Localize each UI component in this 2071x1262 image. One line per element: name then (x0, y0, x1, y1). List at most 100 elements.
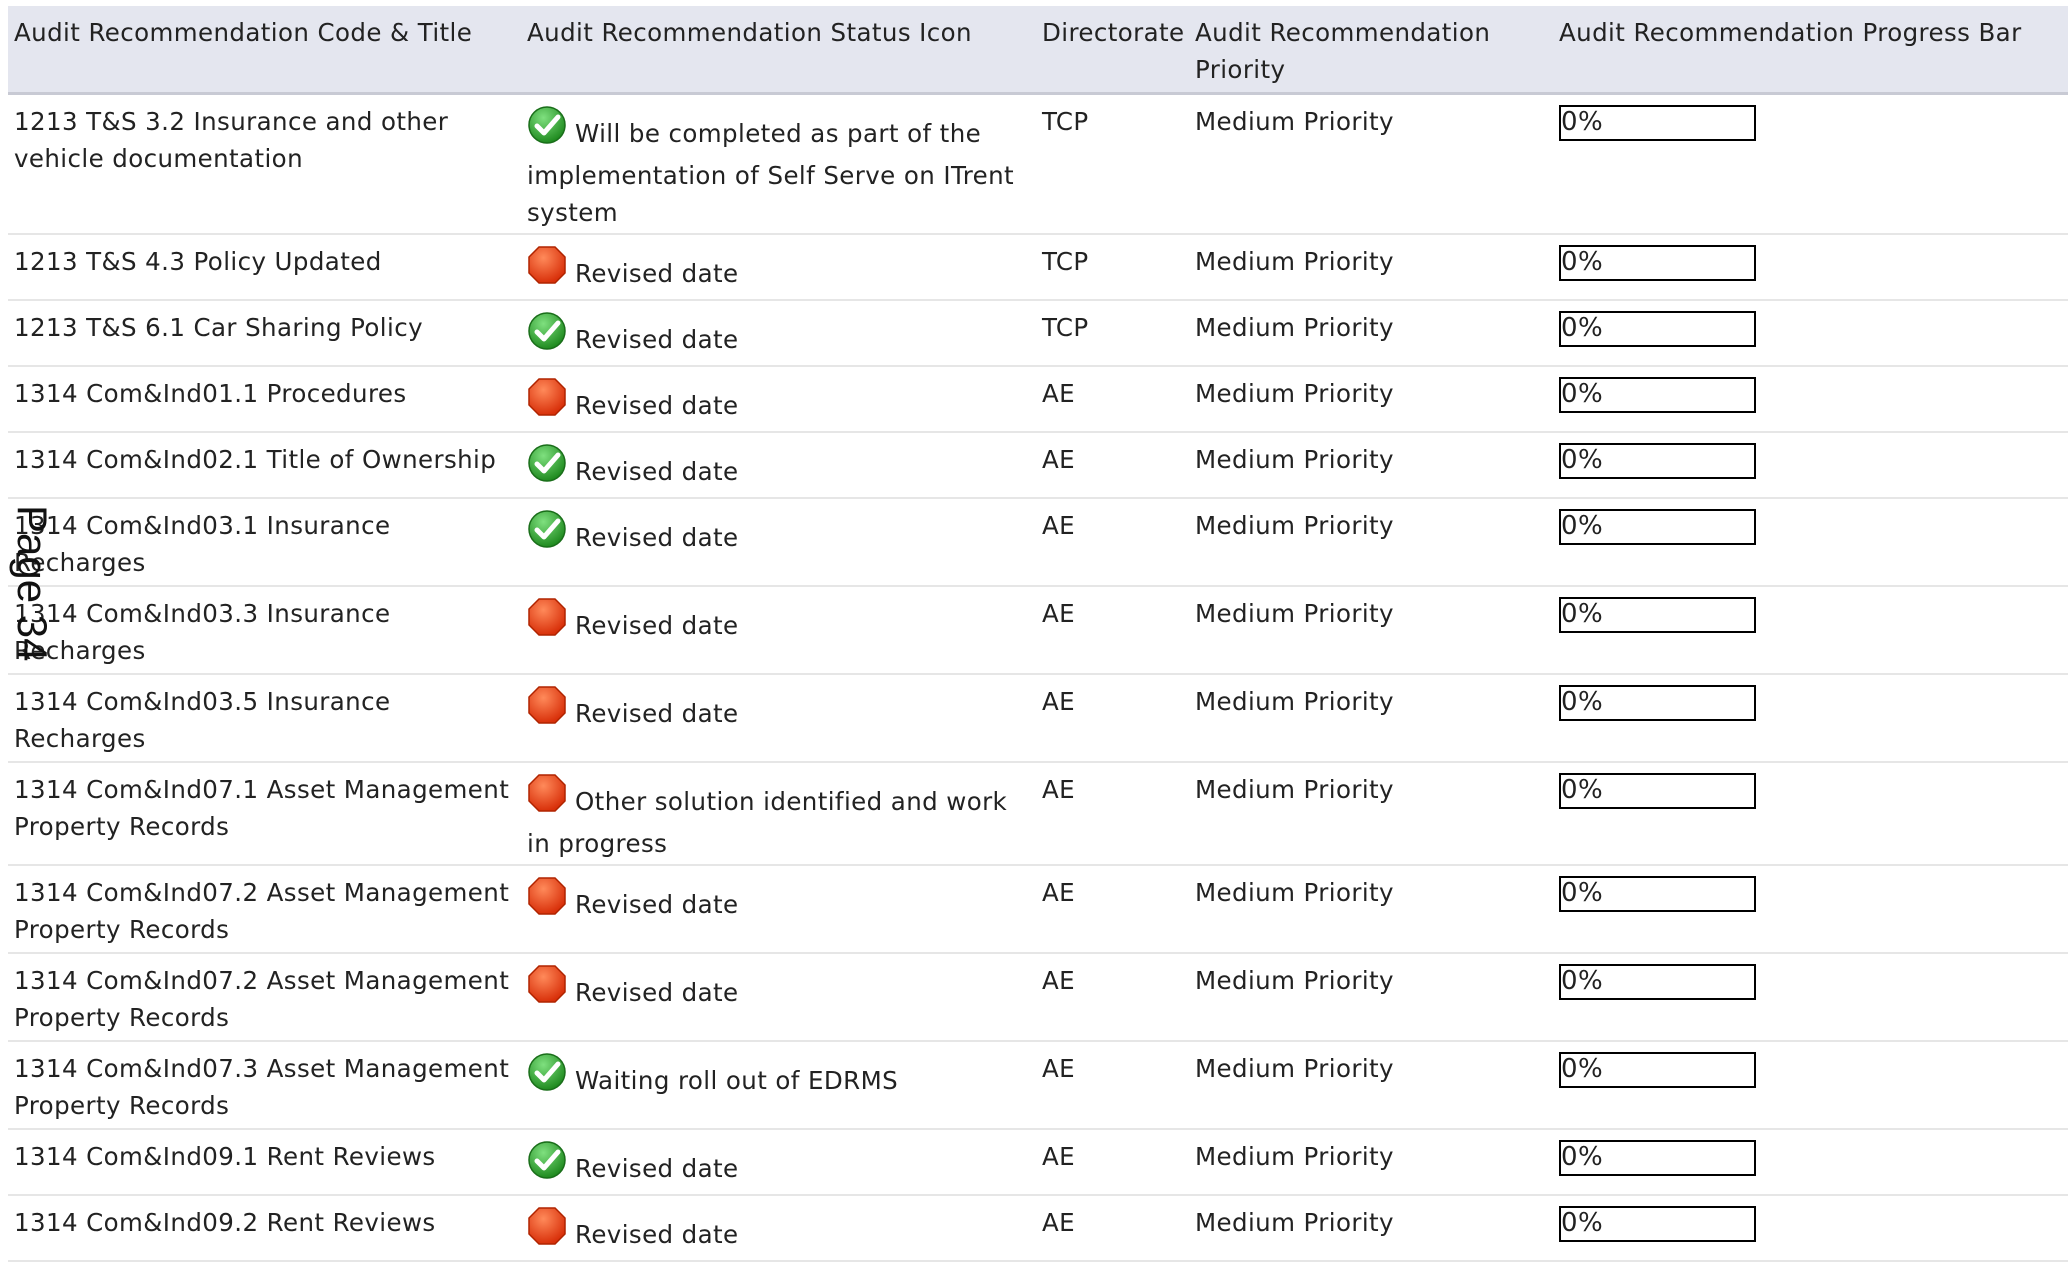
directorate: AE (1036, 366, 1189, 433)
progress-label: 0% (1561, 445, 1604, 475)
status-text: Revised date (575, 978, 739, 1007)
progress-cell: 0% (1553, 586, 2068, 675)
recommendation-title: 1314 Com&Ind09.2 Rent Reviews (8, 1195, 521, 1262)
green-check-icon (528, 444, 566, 482)
status-text: Revised date (575, 611, 739, 640)
priority: Medium Priority (1189, 300, 1553, 367)
progress-cell: 0% (1553, 234, 2068, 301)
table-row: 1314 Com&Ind01.1 Procedures Revised date A… (8, 366, 2068, 433)
recommendation-title: 1314 Com&Ind07.2 Asset Management Proper… (8, 865, 521, 954)
progress-bar: 0% (1559, 685, 1756, 721)
table-row: 1314 Com&Ind03.3 Insurance Recharges Revi… (8, 586, 2068, 675)
recommendation-title: 1314 Com&Ind07.3 Asset Management Proper… (8, 1041, 521, 1130)
priority: Medium Priority (1189, 953, 1553, 1042)
progress-cell: 0% (1553, 1041, 2068, 1130)
priority: Medium Priority (1189, 674, 1553, 763)
progress-label: 0% (1561, 1142, 1604, 1172)
progress-cell: 0% (1553, 300, 2068, 367)
progress-cell: 0% (1553, 1129, 2068, 1196)
priority: Medium Priority (1189, 498, 1553, 587)
status-cell: Revised date (521, 300, 1036, 367)
progress-cell: 0% (1553, 762, 2068, 866)
progress-label: 0% (1561, 775, 1604, 805)
progress-cell: 0% (1553, 432, 2068, 499)
priority: Medium Priority (1189, 586, 1553, 675)
progress-cell: 0% (1553, 865, 2068, 954)
recommendation-title: 1314 Com&Ind03.3 Insurance Recharges (8, 586, 521, 675)
column-header-directorate: Directorate (1036, 6, 1189, 95)
progress-label: 0% (1561, 878, 1604, 908)
progress-bar: 0% (1559, 964, 1756, 1000)
recommendation-title: 1213 T&S 3.2 Insurance and other vehicle… (8, 93, 521, 235)
red-octagon-icon (528, 686, 566, 724)
priority: Medium Priority (1189, 93, 1553, 235)
red-octagon-icon (528, 774, 566, 812)
progress-cell: 0% (1553, 674, 2068, 763)
priority: Medium Priority (1189, 432, 1553, 499)
green-check-icon (528, 1053, 566, 1091)
progress-bar: 0% (1559, 1140, 1756, 1176)
directorate: AE (1036, 762, 1189, 866)
directorate: AE (1036, 865, 1189, 954)
directorate: AE (1036, 1195, 1189, 1262)
page-number-label: Page 34 (9, 505, 56, 662)
progress-bar: 0% (1559, 1052, 1756, 1088)
red-octagon-icon (528, 246, 566, 284)
status-text: Revised date (575, 523, 739, 552)
status-cell: Revised date (521, 366, 1036, 433)
status-text: Revised date (575, 890, 739, 919)
progress-cell: 0% (1553, 1195, 2068, 1262)
recommendation-title: 1314 Com&Ind03.5 Insurance Recharges (8, 674, 521, 763)
column-header-status-icon: Audit Recommendation Status Icon (521, 6, 1036, 95)
status-cell: Revised date (521, 498, 1036, 587)
status-text: Revised date (575, 391, 739, 420)
directorate: AE (1036, 432, 1189, 499)
directorate: AE (1036, 498, 1189, 587)
recommendation-title: 1213 T&S 4.3 Policy Updated (8, 234, 521, 301)
progress-label: 0% (1561, 313, 1604, 343)
column-header-code-title: Audit Recommendation Code & Title (8, 6, 521, 95)
status-text: Revised date (575, 259, 739, 288)
directorate: AE (1036, 953, 1189, 1042)
progress-label: 0% (1561, 247, 1604, 277)
recommendation-title: 1314 Com&Ind07.2 Asset Management Proper… (8, 953, 521, 1042)
recommendation-title: 1213 T&S 6.1 Car Sharing Policy (8, 300, 521, 367)
recommendation-title: 1314 Com&Ind09.1 Rent Reviews (8, 1129, 521, 1196)
progress-cell: 0% (1553, 498, 2068, 587)
status-text: Revised date (575, 699, 739, 728)
status-cell: Revised date (521, 674, 1036, 763)
progress-bar: 0% (1559, 1206, 1756, 1242)
audit-recommendations-table: Audit Recommendation Code & Title Audit … (8, 6, 2068, 1262)
status-text: Revised date (575, 1154, 739, 1183)
progress-label: 0% (1561, 107, 1604, 137)
directorate: TCP (1036, 300, 1189, 367)
status-text: Revised date (575, 457, 739, 486)
status-text: Waiting roll out of EDRMS (575, 1066, 899, 1095)
progress-label: 0% (1561, 379, 1604, 409)
progress-bar: 0% (1559, 509, 1756, 545)
status-cell: Revised date (521, 953, 1036, 1042)
status-text: Revised date (575, 325, 739, 354)
recommendation-title: 1314 Com&Ind01.1 Procedures (8, 366, 521, 433)
progress-bar: 0% (1559, 377, 1756, 413)
table-row: 1314 Com&Ind07.1 Asset Management Proper… (8, 762, 2068, 866)
status-cell: Revised date (521, 234, 1036, 301)
directorate: AE (1036, 674, 1189, 763)
header-row: Audit Recommendation Code & Title Audit … (8, 6, 2068, 95)
red-octagon-icon (528, 1207, 566, 1245)
red-octagon-icon (528, 378, 566, 416)
directorate: AE (1036, 1129, 1189, 1196)
green-check-icon (528, 312, 566, 350)
table-row: 1314 Com&Ind07.2 Asset Management Proper… (8, 953, 2068, 1042)
table-row: 1314 Com&Ind09.2 Rent Reviews Revised dat… (8, 1195, 2068, 1262)
directorate: AE (1036, 1041, 1189, 1130)
status-cell: Revised date (521, 1195, 1036, 1262)
progress-bar: 0% (1559, 876, 1756, 912)
status-cell: Revised date (521, 865, 1036, 954)
priority: Medium Priority (1189, 865, 1553, 954)
progress-bar: 0% (1559, 311, 1756, 347)
status-cell: Will be completed as part of the impleme… (521, 93, 1036, 235)
priority: Medium Priority (1189, 1195, 1553, 1262)
progress-bar: 0% (1559, 443, 1756, 479)
green-check-icon (528, 510, 566, 548)
